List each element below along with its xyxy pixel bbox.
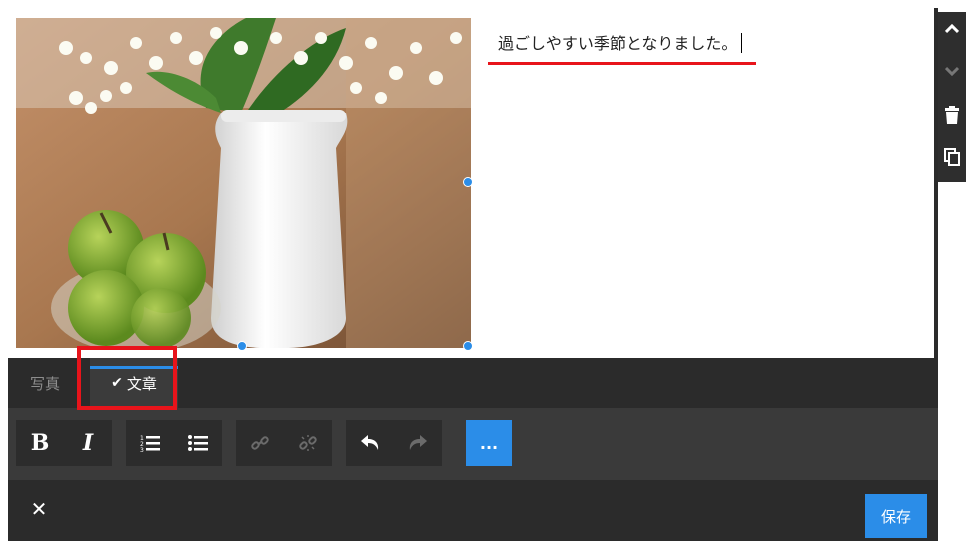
- chevron-down-icon: [945, 66, 959, 76]
- more-options-button[interactable]: ...: [466, 420, 512, 466]
- format-toolbar: B I 1 2 3 ...: [8, 408, 938, 480]
- link-group: [236, 420, 332, 466]
- close-icon[interactable]: ✕: [26, 496, 52, 522]
- text-style-group: B I: [16, 420, 112, 466]
- tab-highlight-box: [77, 346, 177, 410]
- link-button[interactable]: [236, 420, 284, 466]
- svg-text:3: 3: [140, 447, 144, 452]
- ordered-list-icon: 1 2 3: [140, 435, 160, 452]
- top-strip: [0, 0, 966, 8]
- text-area[interactable]: 過ごしやすい季節となりました。: [488, 18, 928, 348]
- resize-handle-right[interactable]: [463, 177, 473, 187]
- chevron-up-icon: [945, 24, 959, 34]
- text-content[interactable]: 過ごしやすい季節となりました。: [498, 30, 743, 54]
- text-caret: [741, 33, 743, 53]
- text-value: 過ごしやすい季節となりました。: [498, 34, 738, 53]
- undo-button[interactable]: [346, 420, 394, 466]
- bold-button[interactable]: B: [16, 420, 64, 466]
- block-side-tools: [938, 12, 966, 182]
- resize-handle-corner[interactable]: [463, 341, 473, 351]
- resize-handle-bottom[interactable]: [237, 341, 247, 351]
- block-editor: 過ごしやすい季節となりました。 写真 ✔ 文章 B I 1 2 3 ... ✕ …: [8, 8, 938, 541]
- undo-icon: [361, 435, 379, 450]
- delete-button[interactable]: [938, 100, 966, 130]
- bullet-list-icon: [188, 435, 208, 451]
- unlink-button[interactable]: [284, 420, 332, 466]
- trash-icon: [945, 106, 959, 124]
- duplicate-icon: [944, 148, 960, 166]
- move-down-button[interactable]: [938, 56, 966, 86]
- history-group: [346, 420, 442, 466]
- tab-photo-label: 写真: [30, 374, 61, 393]
- italic-button[interactable]: I: [64, 420, 112, 466]
- bullet-list-button[interactable]: [174, 420, 222, 466]
- unlink-icon: [299, 435, 317, 451]
- bottom-bar: ✕ 保存: [8, 480, 938, 541]
- redo-button[interactable]: [394, 420, 442, 466]
- save-button[interactable]: 保存: [865, 494, 927, 538]
- list-group: 1 2 3: [126, 420, 222, 466]
- tab-photo[interactable]: 写真: [30, 358, 60, 408]
- move-up-button[interactable]: [938, 14, 966, 44]
- highlight-underline: [488, 62, 756, 65]
- redo-icon: [409, 435, 427, 450]
- ordered-list-button[interactable]: 1 2 3: [126, 420, 174, 466]
- photo-image[interactable]: [16, 18, 471, 348]
- duplicate-button[interactable]: [938, 142, 966, 172]
- link-icon: [251, 436, 269, 450]
- editor-canvas: 過ごしやすい季節となりました。: [8, 8, 934, 358]
